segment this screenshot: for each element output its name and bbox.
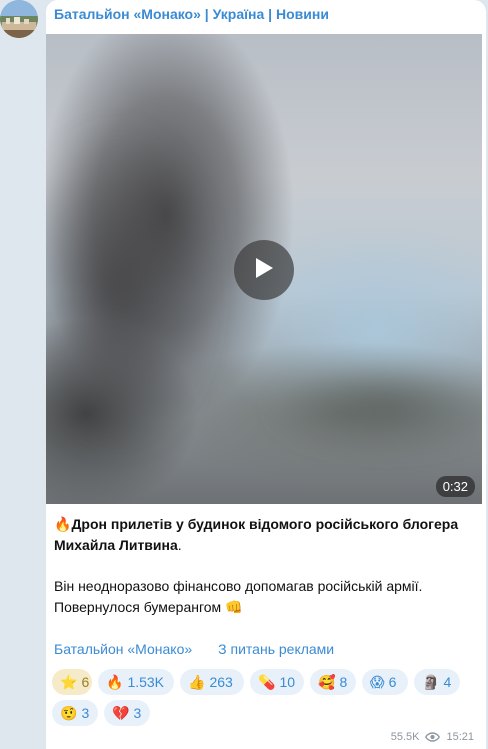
video-duration: 0:32	[435, 476, 475, 497]
reaction-raised-eyebrow[interactable]: 🤨 3	[52, 700, 98, 726]
reaction-count: 3	[81, 705, 90, 721]
channel-name[interactable]: Батальйон «Монако» | Україна | Новини	[54, 6, 329, 22]
post-body: Він неодноразово фінансово допомагав рос…	[54, 576, 474, 618]
reaction-broken-heart[interactable]: 💔 3	[104, 700, 150, 726]
reaction-count: 1.53K	[127, 674, 165, 690]
reaction-count: 6	[81, 674, 90, 690]
video-blur-shape	[46, 124, 216, 454]
reaction-count: 3	[133, 705, 142, 721]
reaction-pill[interactable]: 💊 10	[250, 669, 304, 695]
reaction-count: 10	[279, 674, 296, 690]
headline-end: .	[177, 537, 182, 553]
ads-link[interactable]: З питань реклами	[218, 641, 334, 657]
channel-link[interactable]: Батальйон «Монако»	[54, 641, 192, 657]
message-bubble: Батальйон «Монако» | Україна | Новини 0:…	[46, 0, 486, 749]
body-line-1: Він неодноразово фінансово допомагав рос…	[54, 578, 423, 594]
post-headline: 🔥Дрон прилетів у будинок відомого російс…	[54, 514, 474, 556]
reaction-fire[interactable]: 🔥 1.53K	[98, 669, 174, 695]
video-blur-shape	[266, 364, 482, 454]
channel-avatar[interactable]	[0, 0, 38, 38]
post-links: Батальйон «Монако» З питань реклами	[54, 641, 334, 657]
fist-emoji: 👊	[225, 599, 243, 615]
view-count: 55.5K	[390, 731, 420, 743]
reaction-star[interactable]: ⭐ 6	[52, 669, 92, 695]
reaction-count: 6	[388, 674, 397, 690]
broken-heart-icon: 💔	[112, 704, 130, 721]
body-line-2-text: Повернулося бумерангом	[54, 599, 222, 615]
headline-text: Дрон прилетів у будинок відомого російсь…	[54, 516, 459, 553]
eye-icon	[425, 732, 441, 742]
message-meta: 55.5K 15:21	[391, 731, 474, 743]
play-icon	[253, 256, 275, 285]
raised-eyebrow-icon: 🤨	[60, 704, 78, 721]
star-icon: ⭐	[60, 673, 78, 690]
scream-icon: 😱	[370, 673, 385, 690]
play-button[interactable]	[234, 240, 294, 300]
fire-emoji: 🔥	[54, 516, 72, 532]
reaction-thumbs-up[interactable]: 👍 263	[180, 669, 244, 695]
video-preview[interactable]: 0:32	[46, 34, 482, 504]
fire-icon: 🔥	[106, 673, 124, 690]
thumbs-up-icon: 👍	[188, 673, 206, 690]
smiling-hearts-icon: 🥰	[318, 673, 336, 690]
reaction-scream[interactable]: 😱 6	[362, 669, 408, 695]
reaction-count: 4	[443, 674, 452, 690]
moai-icon: 🗿	[422, 673, 440, 690]
reaction-smiling-hearts[interactable]: 🥰 8	[310, 669, 356, 695]
post-time: 15:21	[446, 731, 474, 743]
body-line-2: Повернулося бумерангом 👊	[54, 597, 474, 618]
post-text: 🔥Дрон прилетів у будинок відомого російс…	[54, 514, 474, 618]
reaction-count: 263	[209, 674, 233, 690]
pill-icon: 💊	[258, 673, 276, 690]
reaction-moai[interactable]: 🗿 4	[414, 669, 460, 695]
reaction-count: 8	[339, 674, 348, 690]
